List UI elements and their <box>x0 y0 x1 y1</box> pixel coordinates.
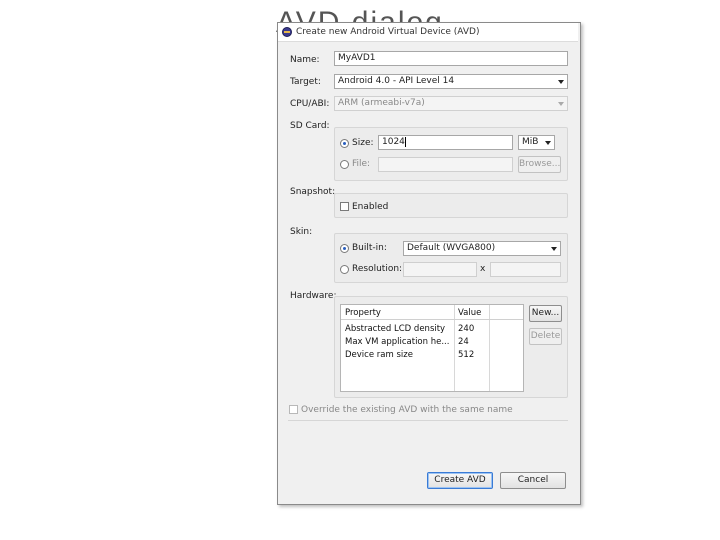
target-value: Android 4.0 - API Level 14 <box>338 76 455 86</box>
skin-builtin-radio[interactable] <box>340 244 349 253</box>
target-dropdown[interactable]: Android 4.0 - API Level 14 <box>334 74 568 89</box>
builtin-label: Built-in: <box>352 243 387 253</box>
snapshot-label: Snapshot: <box>290 187 336 197</box>
unit-value: MiB <box>522 137 539 147</box>
resolution-height-field[interactable] <box>490 262 561 277</box>
resolution-width-field[interactable] <box>403 262 477 277</box>
chevron-down-icon <box>558 102 564 106</box>
property-cell: Device ram size <box>345 350 413 360</box>
sdcard-size-field[interactable]: 1024 <box>378 135 513 150</box>
new-property-button[interactable]: New... <box>529 305 562 322</box>
sdcard-file-field[interactable] <box>378 157 513 172</box>
sdcard-label: SD Card: <box>290 121 330 131</box>
override-label: Override the existing AVD with the same … <box>301 405 513 415</box>
property-cell: Max VM application he... <box>345 337 450 347</box>
size-value: 1024 <box>382 137 405 147</box>
skin-builtin-dropdown[interactable]: Default (WVGA800) <box>403 241 561 256</box>
sdcard-unit-dropdown[interactable]: MiB <box>518 135 555 150</box>
builtin-value: Default (WVGA800) <box>407 243 496 253</box>
override-checkbox[interactable] <box>289 405 298 414</box>
sdcard-file-radio[interactable] <box>340 160 349 169</box>
delete-property-button[interactable]: Delete <box>529 328 562 345</box>
separator <box>288 420 568 421</box>
value-cell: 24 <box>458 337 469 347</box>
table-row[interactable]: Abstracted LCD density 240 <box>341 323 523 335</box>
cancel-button[interactable]: Cancel <box>500 472 566 489</box>
value-cell: 512 <box>458 350 475 360</box>
chevron-down-icon <box>551 247 557 251</box>
column-header-value[interactable]: Value <box>454 307 489 319</box>
table-row[interactable]: Max VM application he... 24 <box>341 336 523 348</box>
value-cell: 240 <box>458 324 475 334</box>
property-cell: Abstracted LCD density <box>345 324 446 334</box>
skin-label: Skin: <box>290 227 313 237</box>
sdcard-size-radio[interactable] <box>340 139 349 148</box>
window-title: Create new Android Virtual Device (AVD) <box>296 27 480 37</box>
hardware-table: Property Value Abstracted LCD density 24… <box>340 304 524 392</box>
cpu-label: CPU/ABI: <box>290 99 330 109</box>
size-label: Size: <box>352 138 374 148</box>
target-label: Target: <box>290 77 321 87</box>
resolution-x-label: x <box>480 264 486 274</box>
skin-resolution-radio[interactable] <box>340 265 349 274</box>
title-bar: Create new Android Virtual Device (AVD) <box>278 23 578 42</box>
cpu-value: ARM (armeabi-v7a) <box>338 98 425 108</box>
name-label: Name: <box>290 55 320 65</box>
browse-button[interactable]: Browse... <box>518 156 561 173</box>
chevron-down-icon <box>545 141 551 145</box>
eclipse-icon <box>282 27 292 37</box>
cpu-dropdown[interactable]: ARM (armeabi-v7a) <box>334 96 568 111</box>
table-row[interactable]: Device ram size 512 <box>341 349 523 361</box>
column-header-property[interactable]: Property <box>341 307 454 319</box>
table-header: Property Value <box>341 307 523 320</box>
name-field[interactable]: MyAVD1 <box>334 51 568 66</box>
chevron-down-icon <box>558 80 564 84</box>
file-label: File: <box>352 159 371 169</box>
hardware-label: Hardware: <box>290 291 337 301</box>
create-avd-button[interactable]: Create AVD <box>427 472 493 489</box>
text-cursor <box>404 136 406 147</box>
snapshot-enabled-label: Enabled <box>352 202 389 212</box>
resolution-label: Resolution: <box>352 264 403 274</box>
snapshot-enabled-checkbox[interactable] <box>340 202 349 211</box>
